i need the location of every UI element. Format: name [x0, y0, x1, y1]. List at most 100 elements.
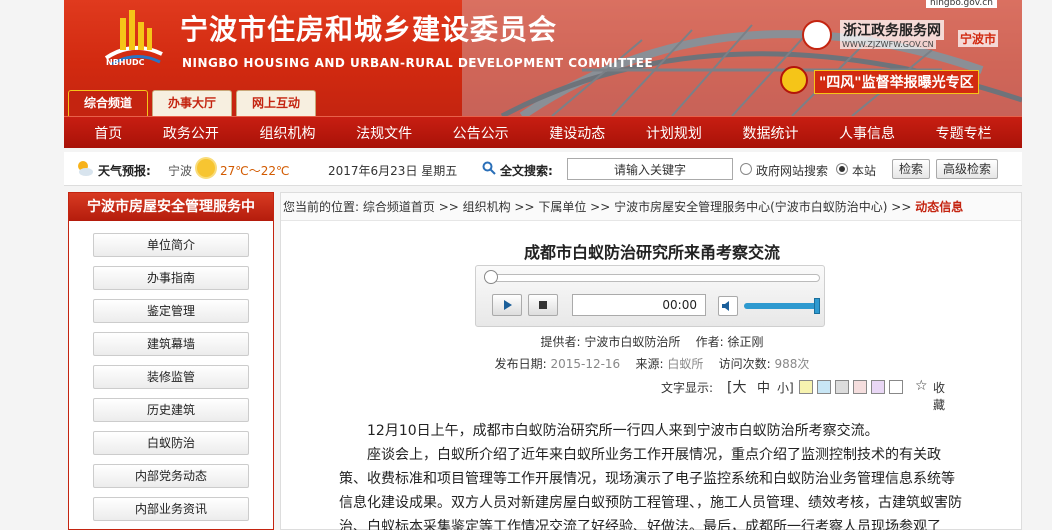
national-emblem-icon — [780, 66, 808, 94]
article-meta-provider: 提供者: 宁波市白蚁防治所 作者: 徐正刚 — [281, 333, 1023, 350]
breadcrumb-path[interactable]: 综合频道首页 >> 组织机构 >> 下属单位 >> 宁波市房屋安全管理服务中心(… — [363, 200, 912, 214]
article-body: 12月10日上午，成都市白蚁防治研究所一行四人来到宁波市白蚁防治所考察交流。 座… — [339, 419, 963, 530]
zjzwfw-name: 浙江政务服务网 — [840, 20, 944, 40]
author-value: 徐正刚 — [727, 335, 764, 349]
play-button[interactable] — [492, 294, 522, 316]
provider-label: 提供者: — [540, 335, 581, 349]
player-time: 00:00 — [572, 294, 706, 316]
bg-swatch-yellow[interactable] — [799, 380, 813, 394]
nav-planning[interactable]: 计划规划 — [640, 123, 708, 143]
sidebar-item-curtain-wall[interactable]: 建筑幕墙 — [93, 332, 249, 356]
text-display-label: 文字显示: — [661, 381, 714, 395]
article-paragraph: 12月10日上午，成都市白蚁防治研究所一行四人来到宁波市白蚁防治所考察交流。 — [367, 423, 879, 439]
sidebar-item-party-news[interactable]: 内部党务动态 — [93, 464, 249, 488]
radio-gov-search[interactable] — [740, 163, 752, 175]
sifeng-report-link[interactable]: "四风"监督举报曝光专区 — [780, 64, 1002, 98]
source-label: 来源: — [635, 357, 664, 371]
nav-regulations[interactable]: 法规文件 — [350, 123, 418, 143]
nav-home[interactable]: 首页 — [88, 123, 128, 143]
article-meta-date: 发布日期: 2015-12-16 来源: 白蚁所 访问次数: 988次 — [281, 355, 1023, 372]
seek-handle[interactable] — [484, 270, 498, 284]
bg-swatch-gray[interactable] — [835, 380, 849, 394]
bg-swatch-pink[interactable] — [853, 380, 867, 394]
article-title: 成都市白蚁防治研究所来甬考察交流 — [523, 243, 780, 262]
nav-personnel[interactable]: 人事信息 — [833, 123, 901, 143]
sunny-icon — [197, 159, 215, 177]
sidebar-item-decoration[interactable]: 装修监管 — [93, 365, 249, 389]
tab-general-channel[interactable]: 综合频道 — [68, 90, 148, 116]
weather-label: 天气预报: — [98, 164, 151, 178]
left-sidebar: 宁波市房屋安全管理服务中 单位简介 办事指南 鉴定管理 建筑幕墙 装修监管 历史… — [68, 192, 274, 530]
sidebar-title: 宁波市房屋安全管理服务中 — [69, 193, 273, 221]
seek-bar[interactable] — [486, 274, 820, 282]
zjzwfw-seal-icon — [802, 20, 832, 50]
play-icon — [504, 300, 512, 310]
nav-organization[interactable]: 组织机构 — [253, 123, 321, 143]
font-size-small[interactable]: 小] — [777, 379, 794, 396]
source-value: 白蚁所 — [667, 357, 704, 371]
channel-tabs: 综合频道 办事大厅 网上互动 — [64, 88, 316, 116]
bg-swatch-blue[interactable] — [817, 380, 831, 394]
sidebar-item-unit-intro[interactable]: 单位简介 — [93, 233, 249, 257]
main-content: 您当前的位置: 综合频道首页 >> 组织机构 >> 下属单位 >> 宁波市房屋安… — [280, 192, 1022, 530]
provider-value: 宁波市白蚁防治所 — [584, 335, 681, 349]
zjzwfw-url: WWW.ZJZWFW.GOV.CN — [840, 40, 936, 49]
weather-city: 宁波 — [168, 164, 193, 178]
date-value: 2015-12-16 — [550, 357, 621, 371]
favorite-link[interactable]: 收藏 — [933, 379, 945, 413]
volume-icon[interactable] — [718, 296, 738, 316]
main-nav: 首页 政务公开 组织机构 法规文件 公告公示 建设动态 计划规划 数据统计 人事… — [64, 116, 1022, 148]
search-icon — [482, 161, 496, 175]
sidebar-item-guide[interactable]: 办事指南 — [93, 266, 249, 290]
zjzwfw-link[interactable]: 浙江政务服务网 WWW.ZJZWFW.GOV.CN 宁波市 — [802, 20, 1002, 54]
bg-swatch-white[interactable] — [889, 380, 903, 394]
volume-handle[interactable] — [814, 298, 820, 314]
site-subtitle: NINGBO HOUSING AND URBAN-RURAL DEVELOPME… — [182, 56, 654, 70]
article-paragraph: 座谈会上，白蚁所介绍了近年来白蚁所业务工作开展情况，重点介绍了监测控制技术的有关… — [339, 447, 962, 530]
top-url[interactable]: ningbo.gov.cn — [926, 0, 997, 8]
weather-sun-cloud-icon — [78, 161, 93, 176]
nav-statistics[interactable]: 数据统计 — [736, 123, 804, 143]
current-date: 2017年6月23日 星期五 — [328, 164, 458, 178]
weather-temperature: 27℃～22℃ — [220, 164, 290, 178]
star-icon[interactable]: ☆ — [915, 378, 928, 394]
stop-button[interactable] — [528, 294, 558, 316]
radio-gov-search-label: 政府网站搜索 — [756, 164, 829, 178]
site-title: 宁波市住房和城乡建设委员会 — [180, 13, 558, 46]
bg-swatch-purple[interactable] — [871, 380, 885, 394]
nav-topics[interactable]: 专题专栏 — [930, 123, 998, 143]
site-header: ningbo.gov.cn NBHUDC 宁波市住房和城乡建设委员会 NINGB… — [64, 0, 1022, 116]
font-size-large[interactable]: [大 — [727, 377, 746, 397]
zjzwfw-city: 宁波市 — [958, 30, 999, 47]
sidebar-item-appraisal[interactable]: 鉴定管理 — [93, 299, 249, 323]
advanced-search-button[interactable]: 高级检索 — [936, 159, 999, 179]
breadcrumb: 您当前的位置: 综合频道首页 >> 组织机构 >> 下属单位 >> 宁波市房屋安… — [281, 193, 1021, 221]
volume-level — [744, 298, 820, 314]
author-label: 作者: — [695, 335, 724, 349]
visits-label: 访问次数: — [718, 357, 771, 371]
date-label: 发布日期: — [494, 357, 547, 371]
nav-announcements[interactable]: 公告公示 — [447, 123, 515, 143]
info-bar: 天气预报: 宁波 27℃～22℃ 2017年6月23日 星期五 全文搜索: 政府… — [64, 152, 1022, 186]
search-input[interactable] — [567, 158, 733, 180]
volume-slider[interactable] — [744, 298, 820, 314]
audio-player: 00:00 — [475, 265, 825, 327]
search-button[interactable]: 检索 — [892, 159, 931, 179]
sidebar-item-historic[interactable]: 历史建筑 — [93, 398, 249, 422]
stop-icon — [539, 301, 547, 309]
logo-text: NBHUDC — [106, 58, 145, 67]
radio-this-site[interactable] — [836, 163, 848, 175]
font-size-medium[interactable]: 中 — [757, 377, 770, 396]
sidebar-item-business-news[interactable]: 内部业务资讯 — [93, 497, 249, 521]
tab-online-interaction[interactable]: 网上互动 — [236, 90, 316, 116]
sifeng-label: "四风"监督举报曝光专区 — [814, 70, 979, 94]
breadcrumb-current[interactable]: 动态信息 — [915, 200, 963, 214]
nav-construction-news[interactable]: 建设动态 — [543, 123, 611, 143]
radio-this-site-label: 本站 — [852, 164, 877, 178]
search-label: 全文搜索: — [500, 164, 553, 178]
sidebar-item-termite[interactable]: 白蚁防治 — [93, 431, 249, 455]
tab-service-hall[interactable]: 办事大厅 — [152, 90, 232, 116]
nav-gov-affairs[interactable]: 政务公开 — [157, 123, 225, 143]
breadcrumb-prefix: 您当前的位置: — [283, 200, 360, 214]
visits-value: 988次 — [774, 357, 810, 371]
